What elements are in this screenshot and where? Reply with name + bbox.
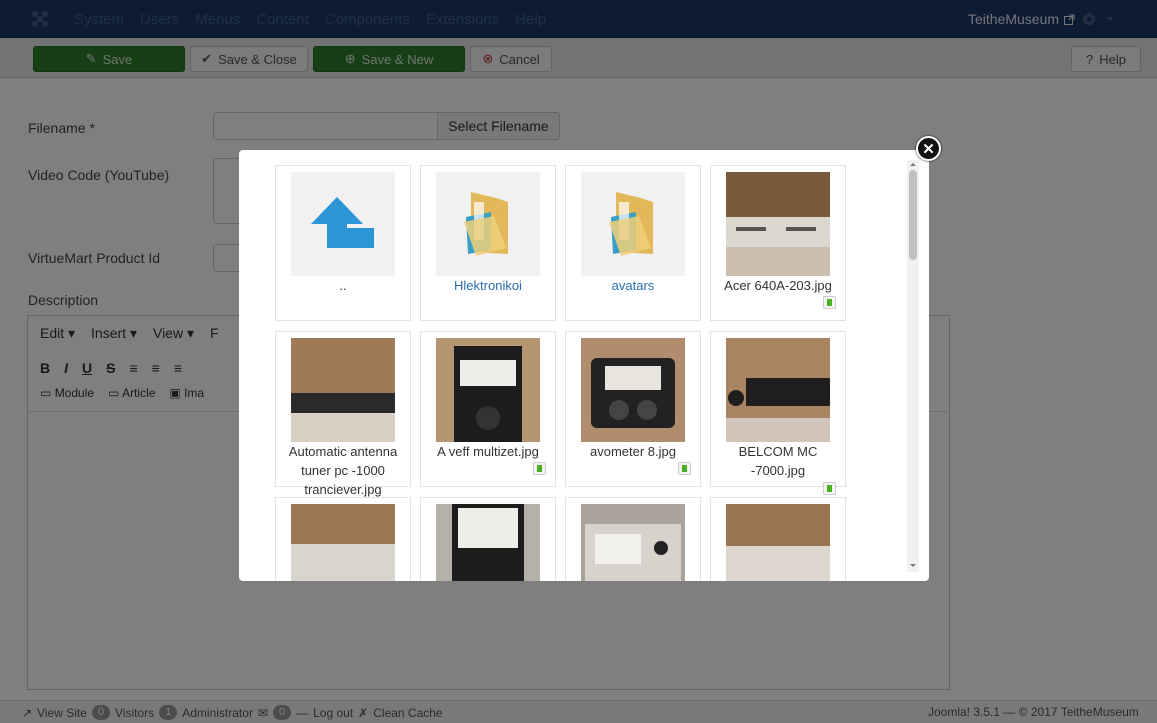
file-tile-image[interactable] bbox=[420, 497, 556, 581]
file-label: avometer 8.jpg bbox=[590, 444, 676, 459]
photo-instrument bbox=[581, 504, 685, 581]
folder-icon bbox=[609, 192, 653, 256]
scrollbar-thumb[interactable] bbox=[909, 170, 917, 260]
download-icon[interactable] bbox=[533, 462, 546, 475]
file-tile-image[interactable]: Automatic antenna tuner pc -1000 trancie… bbox=[275, 331, 411, 497]
image-thumbnail bbox=[581, 504, 685, 581]
image-thumbnail bbox=[581, 338, 685, 442]
photo-cd-drive bbox=[726, 172, 830, 276]
file-grid: .. Hlektronikoi avatars Acer 640A-203.jp… bbox=[275, 165, 875, 581]
thumbnail bbox=[291, 172, 395, 276]
folder-icon bbox=[464, 192, 508, 256]
media-browser-modal: .. Hlektronikoi avatars Acer 640A-203.jp… bbox=[239, 150, 929, 581]
photo-drive-2 bbox=[726, 504, 830, 581]
photo-avometer bbox=[581, 338, 685, 442]
file-tile-up[interactable]: .. bbox=[275, 165, 411, 321]
file-label: Hlektronikoi bbox=[454, 278, 522, 293]
file-label: BELCOM MC -7000.jpg bbox=[738, 444, 818, 478]
file-tile-image[interactable]: Acer 640A-203.jpg bbox=[710, 165, 846, 321]
file-tile-image[interactable] bbox=[565, 497, 701, 581]
file-label: Automatic antenna tuner pc -1000 trancie… bbox=[288, 444, 398, 497]
photo-drive bbox=[291, 504, 395, 581]
photo-antenna-tuner bbox=[291, 338, 395, 442]
file-tile-folder[interactable]: avatars bbox=[565, 165, 701, 321]
photo-radio bbox=[726, 338, 830, 442]
file-tile-folder[interactable]: Hlektronikoi bbox=[420, 165, 556, 321]
file-tile-image[interactable] bbox=[275, 497, 411, 581]
photo-multimeter bbox=[436, 338, 540, 442]
arrow-up-icon bbox=[311, 197, 374, 248]
file-label: Acer 640A-203.jpg bbox=[724, 278, 832, 293]
file-tile-image[interactable]: BELCOM MC -7000.jpg bbox=[710, 331, 846, 495]
image-thumbnail bbox=[436, 338, 540, 442]
scroll-up-icon[interactable] bbox=[910, 163, 916, 166]
image-thumbnail bbox=[291, 338, 395, 442]
file-label: .. bbox=[339, 278, 347, 293]
image-thumbnail bbox=[436, 504, 540, 581]
download-icon[interactable] bbox=[823, 482, 836, 495]
close-modal-button[interactable]: ✕ bbox=[916, 136, 941, 161]
file-tile-image[interactable]: A veff multizet.jpg bbox=[420, 331, 556, 487]
file-label: A veff multizet.jpg bbox=[437, 444, 539, 459]
file-tile-image[interactable] bbox=[710, 497, 846, 581]
thumbnail bbox=[436, 172, 540, 276]
modal-scrollbar[interactable] bbox=[907, 160, 919, 572]
image-thumbnail bbox=[726, 504, 830, 581]
image-thumbnail bbox=[726, 172, 830, 276]
image-thumbnail bbox=[291, 504, 395, 581]
scroll-down-icon[interactable] bbox=[910, 564, 916, 567]
thumbnail bbox=[581, 172, 685, 276]
download-icon[interactable] bbox=[678, 462, 691, 475]
file-tile-image[interactable]: avometer 8.jpg bbox=[565, 331, 701, 487]
file-label: avatars bbox=[611, 278, 655, 293]
close-icon: ✕ bbox=[918, 138, 939, 159]
photo-meter bbox=[436, 504, 540, 581]
download-icon[interactable] bbox=[823, 296, 836, 309]
image-thumbnail bbox=[726, 338, 830, 442]
